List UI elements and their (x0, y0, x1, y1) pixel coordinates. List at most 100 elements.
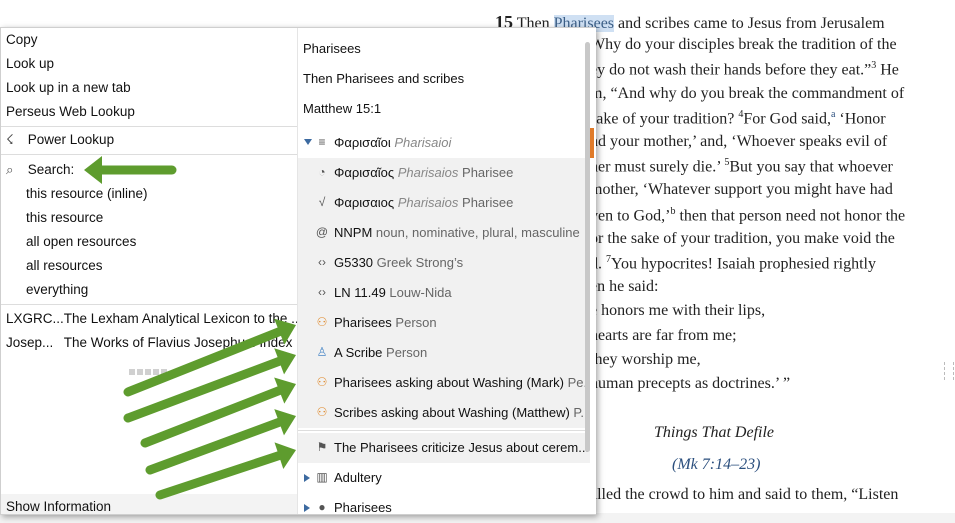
context-row-label: NNPM noun, nominative, plural, masculine (334, 225, 580, 240)
search-all-open-resources[interactable]: all open resources (26, 234, 136, 249)
context-reference[interactable]: Matthew 15:1 (303, 101, 381, 116)
power-lookup-label: Power Lookup (27, 132, 115, 147)
lemma-icon: ◔ (318, 165, 326, 179)
flag-icon: ⚑ (316, 440, 328, 454)
search-label: Search: (27, 162, 75, 177)
pane-resize-handle[interactable] (944, 362, 954, 380)
context-row[interactable]: ♙ A Scribe Person (298, 338, 590, 368)
verse-superscript[interactable]: 4 (738, 109, 743, 120)
menu-search[interactable]: ⌕ Search: (6, 162, 74, 178)
section-heading-reference[interactable]: (Mk 7:14–23) (672, 456, 955, 474)
search-everything[interactable]: everything (26, 282, 88, 297)
row-primary-text: Φαρισαῖοι (334, 135, 391, 150)
search-this-resource-inline[interactable]: this resource (inline) (26, 186, 148, 201)
search-this-resource[interactable]: this resource (26, 210, 103, 225)
bible-line: sake of your tradition? 4For God said,a … (590, 108, 886, 128)
resource-title: The Works of Flavius Josephus: Index (63, 335, 293, 350)
row-secondary-text: Louw-Nida (385, 285, 452, 300)
row-secondary-text: Pharisee (458, 195, 514, 210)
bible-line: they worship me, (590, 350, 701, 368)
power-lookup-icon: ☇ (6, 132, 14, 147)
row-primary-text: Pharisees (334, 315, 392, 330)
row-secondary-text: Pharisee (458, 165, 514, 180)
row-primary-text: Scribes asking about Washing (Matthew) (334, 405, 570, 420)
row-secondary-text: Greek Strong’s (373, 255, 464, 270)
root-icon: √ (318, 195, 326, 209)
context-row[interactable]: ● Pharisees (298, 493, 590, 523)
row-primary-text: Pharisees asking about Washing (Mark) (334, 375, 565, 390)
bible-line: hearts are far from me; (590, 326, 737, 344)
list-icon: ≡ (318, 135, 326, 149)
resource-item-lxgrc[interactable]: LXGRC... The Lexham Analytical Lexicon t… (6, 311, 302, 326)
morph-icon: @ (315, 225, 329, 239)
context-row-label: Φαρισαῖος Pharisaios Pharisee (334, 165, 513, 180)
context-menu-popup: Copy Look up Look up in a new tab Perseu… (0, 27, 596, 515)
row-primary-text: Φαρισαιος (334, 195, 395, 210)
context-divider (298, 430, 590, 431)
context-menu-left: Copy Look up Look up in a new tab Perseu… (1, 28, 302, 514)
context-row-label: A Scribe Person (334, 345, 427, 360)
bible-line: ey do not wash their hands before they e… (590, 60, 899, 79)
context-selected-phrase[interactable]: Then Pharisees and scribes (303, 71, 464, 86)
context-row[interactable]: ⚇ Pharisees asking about Washing (Mark) P… (298, 368, 590, 398)
menu-power-lookup[interactable]: ☇ Power Lookup (6, 132, 114, 148)
menu-look-up-new-tab[interactable]: Look up in a new tab (6, 80, 131, 95)
context-row[interactable]: ⚇ Scribes asking about Washing (Matthew) … (298, 398, 590, 428)
menu-show-information[interactable]: Show Information (6, 499, 111, 514)
row-primary-text: NNPM (334, 225, 373, 240)
more-resources-indicator[interactable] (129, 363, 169, 375)
context-row[interactable]: ⚑ The Pharisees criticize Jesus about cer… (298, 433, 590, 463)
section-heading: Things That Defile (654, 424, 775, 441)
footnote-marker[interactable]: a (831, 109, 835, 120)
resource-item-josephus[interactable]: Josep... The Works of Flavius Josephus: … (6, 335, 292, 350)
resource-title: The Lexham Analytical Lexicon to the ... (63, 311, 303, 326)
bible-line-last: alled the crowd to him and said to them,… (590, 486, 899, 503)
bubble-icon: ● (318, 500, 326, 514)
group-icon: ⚇ (316, 405, 328, 419)
bible-line: or the sake of your tradition, you make … (590, 229, 895, 247)
row-primary-text: The Pharisees criticize Jesus about cere… (334, 440, 590, 455)
row-primary-text: LN 11.49 (334, 285, 386, 300)
context-row-label: Φαρισαιος Pharisaios Pharisee (334, 195, 513, 210)
row-primary-text: G5330 (334, 255, 374, 270)
menu-perseus-web-lookup[interactable]: Perseus Web Lookup (6, 104, 135, 119)
search-icon: ⌕ (6, 162, 14, 177)
context-row-label: Pharisees asking about Washing (Mark) Pe… (334, 375, 590, 390)
context-row-label: G5330 Greek Strong’s (334, 255, 463, 270)
context-menu-right: Pharisees Then Pharisees and scribes Mat… (297, 28, 596, 515)
menu-divider (1, 304, 297, 305)
context-selected-word[interactable]: Pharisees (303, 41, 361, 56)
menu-copy[interactable]: Copy (6, 32, 38, 47)
context-row[interactable]: ⚇ Pharisees Person (298, 308, 590, 338)
collapse-triangle-icon[interactable] (304, 139, 312, 145)
context-row[interactable]: ‹› LN 11.49 Louw-Nida (298, 278, 590, 308)
row-secondary-text: noun, nominative, plural, masculine (372, 225, 580, 240)
group-icon: ⚇ (316, 375, 328, 389)
bible-line: her must surely die.’ 5But you say that … (590, 157, 893, 176)
menu-look-up[interactable]: Look up (6, 56, 54, 71)
expand-triangle-icon[interactable] (304, 504, 310, 512)
resource-abbr: LXGRC... (6, 311, 64, 326)
context-row[interactable]: @ NNPM noun, nominative, plural, masculin… (298, 218, 590, 248)
verse-superscript[interactable]: b (670, 206, 675, 217)
expand-triangle-icon[interactable] (304, 474, 310, 482)
code-icon: ‹› (318, 285, 326, 299)
person-icon: ♙ (316, 345, 328, 359)
bible-line: mother, ‘Whatever support you might have… (590, 181, 893, 199)
context-scrollbar[interactable] (585, 42, 590, 452)
context-row[interactable]: ‹› G5330 Greek Strong’s (298, 248, 590, 278)
row-transliteration: Pharisaios (394, 165, 459, 180)
verse-superscript[interactable]: 5 (724, 157, 729, 168)
verse-superscript[interactable]: 3 (871, 60, 876, 71)
menu-divider (1, 154, 297, 155)
verse-superscript[interactable]: 7 (606, 254, 611, 265)
context-row[interactable]: ◔ Φαρισαῖος Pharisaios Pharisee (298, 158, 590, 188)
row-transliteration: Pharisaioi (390, 135, 452, 150)
bible-line: m, “And why do you break the commandment… (590, 84, 905, 102)
search-all-resources[interactable]: all resources (26, 258, 103, 273)
context-row-label: Adultery (334, 470, 382, 485)
context-row[interactable]: √ Φαρισαιος Pharisaios Pharisee (298, 188, 590, 218)
context-row[interactable]: ▥ Adultery (298, 463, 590, 493)
context-row-label: Φαρισαῖοι Pharisaioi (334, 135, 451, 150)
context-row[interactable]: ≡ Φαρισαῖοι Pharisaioi (298, 128, 594, 158)
